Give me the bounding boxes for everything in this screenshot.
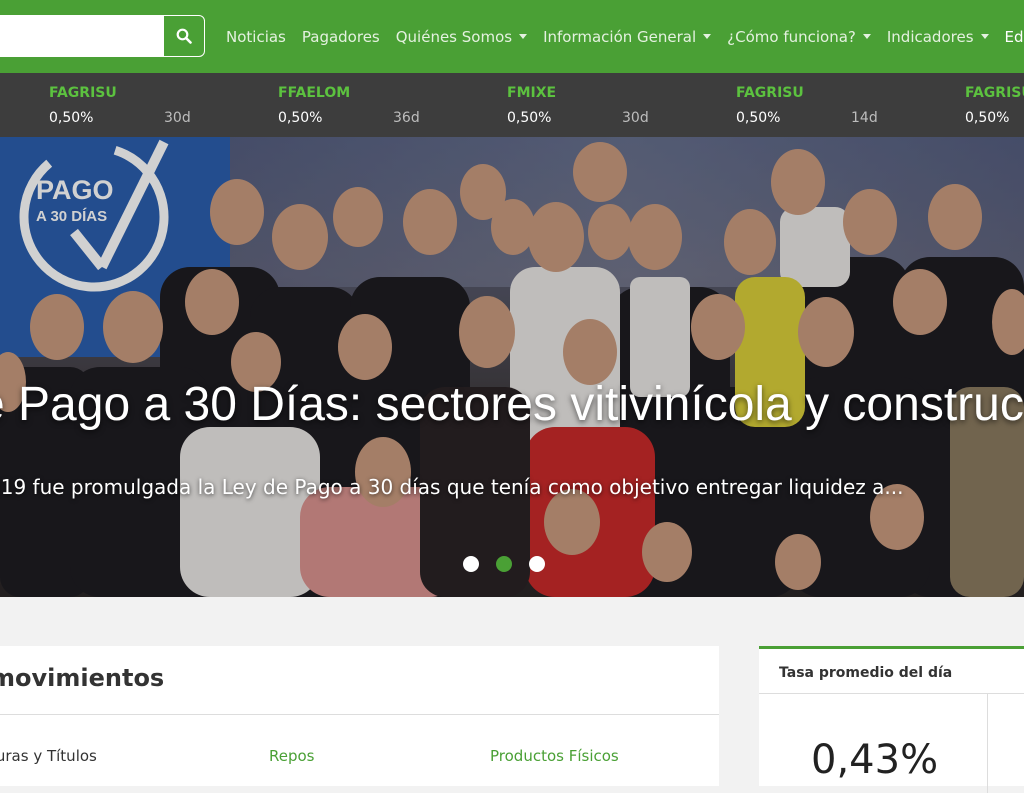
nav-informacion-general[interactable]: Información General bbox=[535, 28, 719, 46]
ticker-name: FAGRISU bbox=[49, 85, 117, 101]
rates-ticker: FAGRISU 0,50% 30d FFAELOM 0,50% 36d FMIX… bbox=[0, 73, 1024, 137]
search-button[interactable] bbox=[163, 15, 205, 57]
hero-subtitle: 019 fue promulgada la Ley de Pago a 30 d… bbox=[0, 475, 904, 499]
divider-vertical bbox=[987, 693, 988, 793]
ticker-days: 30d bbox=[622, 110, 649, 126]
tasa-value: 0,43% bbox=[811, 737, 939, 783]
divider bbox=[759, 693, 1024, 694]
hero-carousel[interactable]: PAGO A 30 DÍAS e Pago a 30 Días: sectore… bbox=[0, 137, 1024, 597]
ticker-days: 36d bbox=[393, 110, 420, 126]
carousel-dot-2[interactable] bbox=[496, 556, 512, 572]
ticker-rate: 0,50% bbox=[278, 110, 323, 126]
ticker-name: FMIXE bbox=[507, 85, 557, 101]
movimientos-card: movimientos turas y Títulos Repos Produc… bbox=[0, 646, 719, 786]
search-bar bbox=[0, 15, 205, 57]
top-navbar: Noticias Pagadores Quiénes Somos Informa… bbox=[0, 0, 1024, 73]
tasa-promedio-card: Tasa promedio del día 0,43% bbox=[759, 646, 1024, 793]
hero-title[interactable]: e Pago a 30 Días: sectores vitivinícola … bbox=[0, 377, 1024, 432]
caret-down-icon bbox=[703, 34, 712, 39]
tab-productos-fisicos[interactable]: Productos Físicos bbox=[490, 747, 619, 765]
nav-label: Pagadores bbox=[301, 27, 380, 46]
nav-label: Noticias bbox=[226, 27, 286, 46]
nav-noticias[interactable]: Noticias bbox=[218, 28, 294, 46]
nav-quienes-somos[interactable]: Quiénes Somos bbox=[388, 28, 535, 46]
nav-educacion[interactable]: Educació bbox=[997, 28, 1024, 46]
main-menu: Noticias Pagadores Quiénes Somos Informa… bbox=[218, 0, 1024, 73]
tab-facturas-titulos[interactable]: turas y Títulos bbox=[0, 747, 97, 765]
nav-label: Educació bbox=[1004, 27, 1024, 46]
ticker-days: 30d bbox=[164, 110, 191, 126]
nav-label: Indicadores bbox=[886, 27, 974, 46]
ticker-name: FAGRISU bbox=[965, 85, 1024, 101]
ticker-days: 14d bbox=[851, 110, 878, 126]
nav-pagadores[interactable]: Pagadores bbox=[294, 28, 388, 46]
carousel-indicators bbox=[463, 556, 545, 572]
caret-down-icon bbox=[519, 34, 528, 39]
nav-como-funciona[interactable]: ¿Cómo funciona? bbox=[719, 28, 879, 46]
divider bbox=[0, 714, 719, 715]
caret-down-icon bbox=[862, 34, 871, 39]
search-input[interactable] bbox=[0, 15, 163, 57]
nav-label: Información General bbox=[543, 27, 697, 46]
carousel-dot-1[interactable] bbox=[463, 556, 479, 572]
tasa-title: Tasa promedio del día bbox=[779, 665, 953, 681]
ticker-rate: 0,50% bbox=[507, 110, 552, 126]
nav-indicadores[interactable]: Indicadores bbox=[879, 28, 997, 46]
hero-overlay bbox=[0, 137, 1024, 597]
ticker-rate: 0,50% bbox=[49, 110, 94, 126]
ticker-rate: 0,50% bbox=[736, 110, 781, 126]
ticker-name: FFAELOM bbox=[278, 85, 351, 101]
tab-repos[interactable]: Repos bbox=[269, 747, 315, 765]
search-icon bbox=[176, 28, 192, 44]
caret-down-icon bbox=[980, 34, 989, 39]
ticker-rate: 0,50% bbox=[965, 110, 1010, 126]
movimientos-title: movimientos bbox=[0, 664, 165, 692]
nav-label: ¿Cómo funciona? bbox=[727, 27, 856, 46]
ticker-name: FAGRISU bbox=[736, 85, 804, 101]
nav-label: Quiénes Somos bbox=[395, 27, 513, 46]
carousel-dot-3[interactable] bbox=[529, 556, 545, 572]
